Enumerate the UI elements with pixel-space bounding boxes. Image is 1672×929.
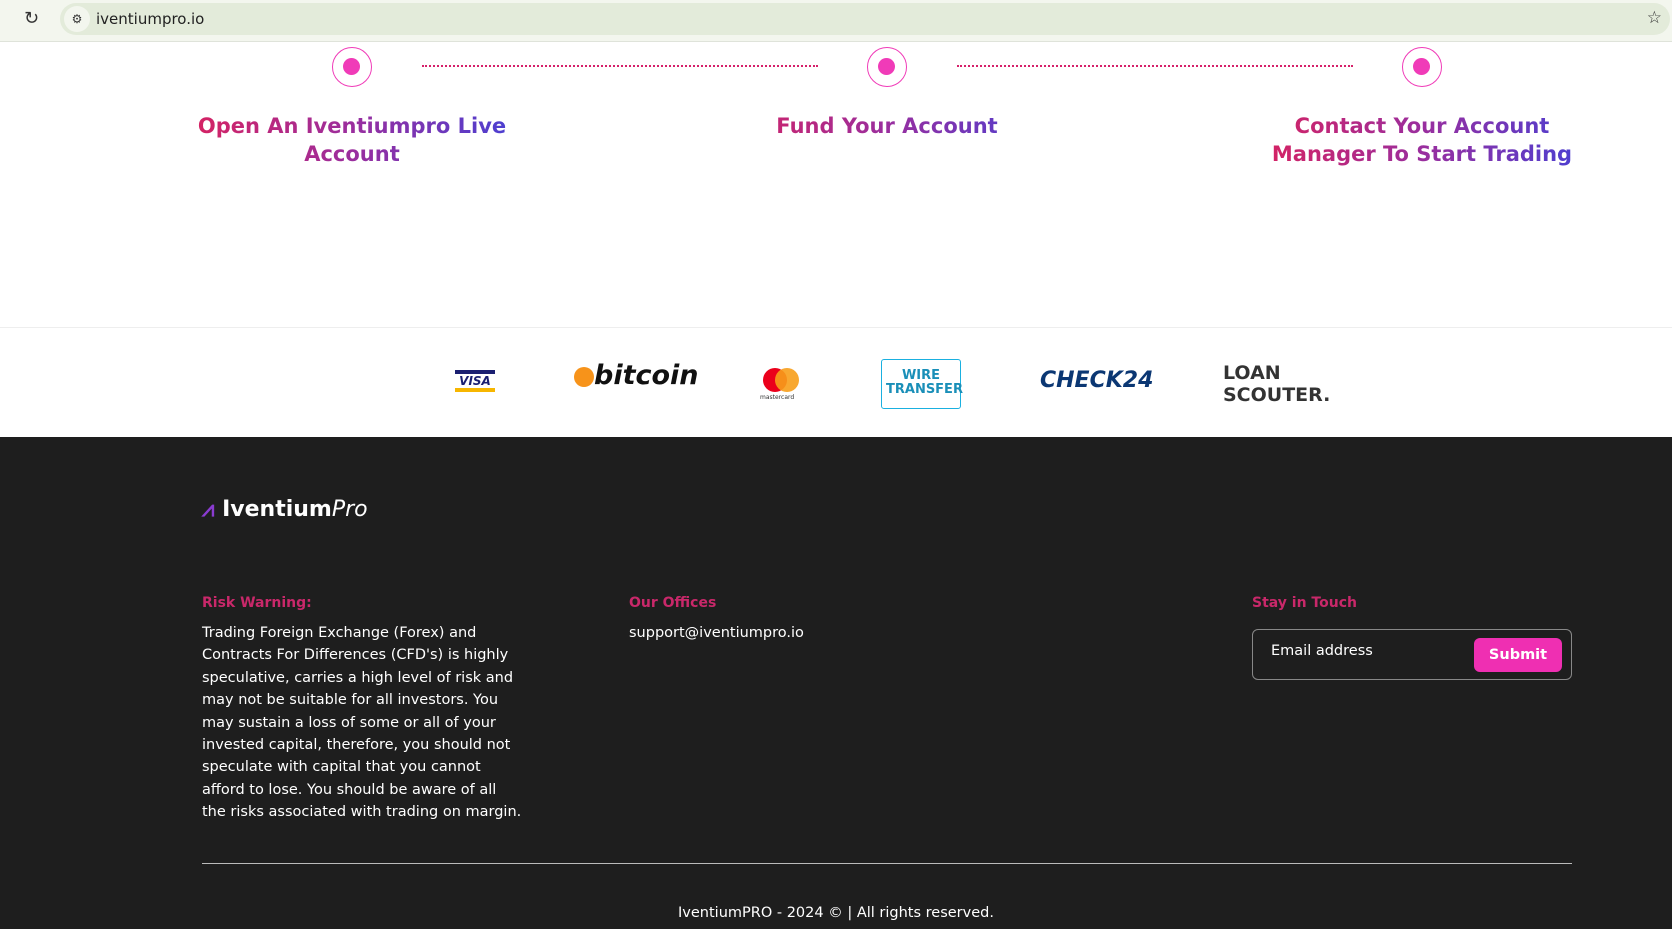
support-email-link[interactable]: support@iventiumpro.io (629, 622, 804, 644)
risk-warning-text: Trading Foreign Exchange (Forex) and Con… (202, 625, 522, 821)
site-settings-icon[interactable]: ⚙ (64, 6, 90, 32)
url-text: iventiumpro.io (96, 10, 205, 28)
step-1-marker (332, 47, 372, 87)
offices-heading: Our Offices (629, 595, 717, 611)
mastercard-logo: mastercard (760, 368, 802, 404)
check24-logo: CHECK24 (1040, 368, 1154, 393)
brand-logo[interactable]: ⩘ IventiumPro (202, 497, 368, 522)
bookmark-star-icon[interactable]: ☆ (1647, 8, 1662, 28)
stay-in-touch-heading: Stay in Touch (1252, 595, 1357, 611)
step-3-marker (1402, 47, 1442, 87)
step-2-title: Fund Your Account (727, 112, 1047, 140)
submit-button[interactable]: Submit (1474, 638, 1562, 672)
step-1-title: Open An Iventiumpro Live Account (192, 112, 512, 168)
risk-warning-heading: Risk Warning: (202, 595, 312, 611)
copyright: IventiumPRO - 2024 © | All rights reserv… (678, 905, 994, 921)
loan-scouter-logo: LOAN SCOUTER. (1223, 362, 1331, 406)
step-2-marker (867, 47, 907, 87)
wire-transfer-logo: WIRE TRANSFER (881, 359, 963, 409)
email-input[interactable] (1271, 643, 1451, 659)
bitcoin-logo: bitcoin (574, 360, 699, 391)
footer: ⩘ IventiumPro Risk Warning: Trading Fore… (0, 437, 1672, 929)
visa-logo: VISA (455, 370, 495, 392)
step-connector (957, 65, 1353, 67)
browser-toolbar: ↻ ⚙ iventiumpro.io ☆ (0, 0, 1672, 42)
address-bar[interactable]: ⚙ iventiumpro.io ☆ (60, 3, 1670, 35)
newsletter-form: Submit (1252, 629, 1572, 680)
step-3-title: Contact Your Account Manager To Start Tr… (1262, 112, 1582, 168)
step-connector (422, 65, 818, 67)
footer-divider (202, 863, 1572, 864)
reload-icon[interactable]: ↻ (24, 8, 39, 29)
payment-methods: VISA bitcoin mastercard WIRE TRANSFER CH… (0, 327, 1672, 437)
